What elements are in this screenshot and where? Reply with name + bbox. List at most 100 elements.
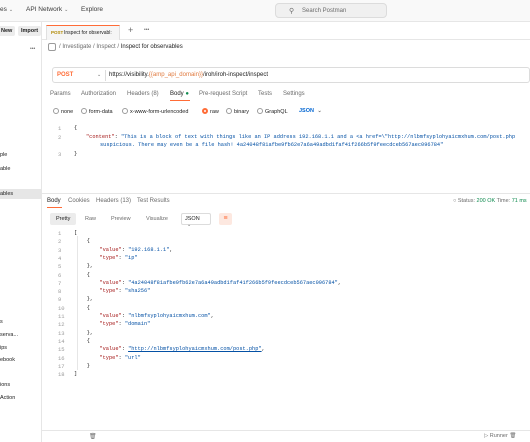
tab-more-icon[interactable]: ••• (144, 27, 149, 33)
sidebar-item[interactable]: Action (0, 395, 15, 401)
code-brace[interactable]: { (74, 125, 77, 131)
tab-response-headers[interactable]: Headers (13) (96, 198, 131, 204)
radio-label: x-www-form-urlencoded (130, 109, 189, 115)
json-key: "type" (99, 354, 119, 361)
line-number: 15 (58, 346, 65, 354)
preview-button[interactable]: Preview (105, 213, 137, 225)
json-key: "content" (86, 134, 115, 140)
code-line[interactable]: } (74, 363, 90, 369)
code-line[interactable]: ] (74, 371, 77, 377)
line-number: 14 (58, 337, 65, 345)
chevron-down-icon: ⌄ (64, 7, 69, 13)
code-line[interactable]: [ (74, 230, 77, 236)
sidebar-item[interactable]: ple (0, 152, 7, 158)
code-line[interactable]: }, (74, 330, 93, 336)
code-brace[interactable]: } (74, 151, 77, 157)
sidebar-item[interactable]: ebook (0, 357, 15, 363)
tab-params[interactable]: Params (50, 91, 71, 97)
runner-button[interactable]: ▷ Runner 🗑 (484, 433, 516, 439)
search-placeholder: Search Postman (302, 8, 347, 14)
tab-response-body[interactable]: Body (47, 198, 61, 204)
tab-settings[interactable]: Settings (283, 91, 305, 97)
import-button[interactable]: Import (18, 26, 42, 36)
code-line-wrapped[interactable]: suspicious. There may even be a file has… (100, 142, 443, 148)
breadcrumb-current[interactable]: Inspect for observables (121, 44, 183, 50)
code-line[interactable]: { (74, 238, 90, 244)
json-string: "domain" (124, 321, 151, 328)
radio-urlencoded[interactable]: x-www-form-urlencoded (122, 108, 188, 115)
search-box[interactable]: ⚲ Search Postman (275, 3, 387, 18)
tab-pre-request-script[interactable]: Pre-request Script (199, 91, 247, 97)
tab-tests[interactable]: Tests (258, 91, 272, 97)
code-line[interactable]: "type": "url" (74, 354, 141, 361)
more-icon[interactable]: ••• (30, 46, 35, 52)
chevron-down-icon[interactable]: ⌄ (97, 72, 101, 78)
nav-workspaces[interactable]: es ⌄ (0, 6, 13, 13)
radio-label: binary (234, 109, 249, 115)
radio-circle (226, 108, 232, 114)
tab-authorization[interactable]: Authorization (81, 91, 116, 97)
radio-binary[interactable]: binary (226, 108, 249, 115)
code-line[interactable]: "value": "192.168.1.1", (74, 247, 172, 253)
tab-headers[interactable]: Headers (8) (127, 91, 159, 97)
response-time: 71 ms (511, 198, 527, 204)
code-line[interactable]: "type": "sha256" (74, 288, 150, 294)
new-tab-icon[interactable]: + (128, 25, 133, 35)
code-line[interactable]: "type": "ip" (74, 255, 137, 261)
radio-form-data[interactable]: form-data (81, 108, 113, 115)
radio-raw[interactable]: raw (202, 108, 219, 115)
line-number: 1 (58, 125, 62, 132)
url-input[interactable]: https://visibility.{{amp_api_domain}}/ir… (109, 72, 268, 78)
code-line[interactable]: "value": "http://nlbmfsyplohyaicmxhum.co… (74, 346, 264, 352)
code-line[interactable]: }, (74, 296, 93, 302)
line-number: 3 (58, 151, 62, 158)
status-label: Status: (457, 198, 475, 204)
code-line[interactable]: "value": "nlbmfsyplohyaicmxhum.com", (74, 313, 213, 319)
breadcrumb-path[interactable]: / Investigate / Inspect / (59, 44, 121, 50)
line-number: 2 (58, 238, 62, 246)
visualize-button[interactable]: Visualize (140, 213, 174, 225)
code-line[interactable]: }, (74, 263, 93, 269)
trash-icon[interactable]: 🗑 (89, 433, 97, 440)
response-divider[interactable] (42, 193, 530, 194)
new-button[interactable]: New (0, 26, 16, 36)
json-string: "url" (124, 354, 141, 361)
sidebar-item-active[interactable]: ables (0, 189, 41, 199)
wrap-lines-icon[interactable]: ≡ (219, 213, 232, 225)
method-select[interactable]: POST (57, 72, 73, 78)
request-tab[interactable]: POST Inspect for observabl: (46, 25, 120, 40)
code-line[interactable]: { (74, 272, 90, 278)
raw-button[interactable]: Raw (79, 213, 102, 225)
code-line[interactable]: { (74, 338, 90, 344)
nav-api-network[interactable]: API Network ⌄ (26, 6, 68, 13)
radio-graphql[interactable]: GraphQL (257, 108, 288, 115)
body-format-select[interactable]: JSON ⌄ (299, 108, 322, 114)
sidebar-item[interactable]: able (0, 166, 10, 172)
sidebar-item[interactable]: s (0, 319, 3, 325)
code-line[interactable]: "value": "4a24048f81afbe9fb62e7a6a49adbd… (74, 280, 341, 286)
pretty-button[interactable]: Pretty (50, 213, 77, 225)
tab-body-label: Body (170, 91, 184, 97)
nav-workspaces-label: es (0, 6, 7, 13)
tab-test-results[interactable]: Test Results (137, 198, 170, 204)
breadcrumb: / Investigate / Inspect / Inspect for ob… (48, 43, 183, 51)
line-number: 9 (58, 296, 62, 304)
sidebar-item[interactable]: ions (0, 382, 10, 388)
runner-icon: ▷ (484, 433, 489, 439)
tab-cookies[interactable]: Cookies (68, 198, 90, 204)
sidebar-item[interactable]: serva... (0, 332, 18, 338)
json-string: "sha256" (124, 288, 151, 295)
nav-explore[interactable]: Explore (81, 6, 103, 13)
code-line[interactable]: "content": "This is a block of text with… (86, 134, 515, 140)
json-string: "nlbmfsyplohyaicmxhum.com" (128, 313, 211, 319)
code-line[interactable]: { (74, 305, 90, 311)
radio-none[interactable]: none (53, 108, 73, 115)
sidebar-item[interactable]: ips (0, 345, 7, 351)
response-format-select[interactable]: JSON ⌄ (181, 213, 211, 228)
line-number: 6 (58, 271, 62, 279)
time-label: Time: (496, 198, 511, 204)
tab-body[interactable]: Body ● (170, 91, 189, 97)
line-number: 16 (58, 354, 65, 362)
code-line[interactable]: "type": "domain" (74, 321, 150, 327)
